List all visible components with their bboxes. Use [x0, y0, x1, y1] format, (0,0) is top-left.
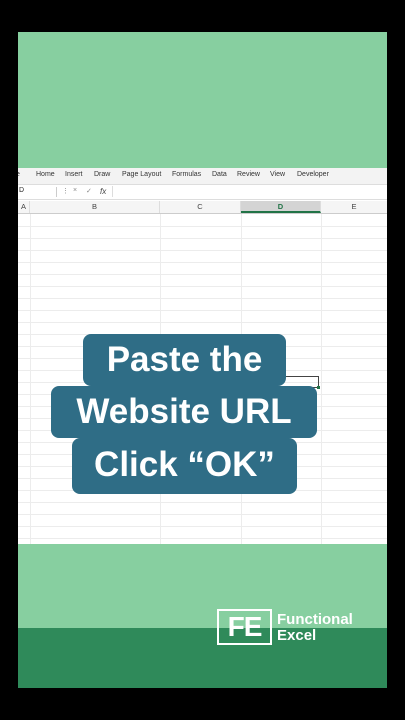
more-dots-icon: ⋮	[62, 188, 69, 195]
cancel-icon[interactable]: ×	[73, 187, 77, 194]
column-header-a[interactable]: A	[18, 201, 30, 213]
column-header-b[interactable]: B	[30, 201, 160, 213]
grid-line	[18, 226, 387, 227]
tab-file[interactable]: e	[18, 171, 20, 178]
caption-line-2: Website URL	[51, 386, 317, 438]
tab-review[interactable]: Review	[237, 171, 260, 178]
column-header-c[interactable]: C	[160, 201, 241, 213]
grid-line	[18, 526, 387, 527]
tab-home[interactable]: Home	[36, 171, 55, 178]
grid-line	[30, 214, 31, 544]
ribbon-tabs: e Home Insert Draw Page Layout Formulas …	[18, 168, 387, 185]
grid-line	[18, 250, 387, 251]
tab-draw[interactable]: Draw	[94, 171, 110, 178]
tab-developer[interactable]: Developer	[297, 171, 329, 178]
grid-line	[18, 538, 387, 539]
chevron-down-icon[interactable]: ⌄	[19, 187, 54, 194]
grid-line	[18, 322, 387, 323]
name-box[interactable]: D ⌄	[18, 187, 57, 197]
grid-line	[18, 262, 387, 263]
tab-data[interactable]: Data	[212, 171, 227, 178]
column-header-d[interactable]: D	[241, 201, 321, 213]
grid-line	[18, 286, 387, 287]
tab-view[interactable]: View	[270, 171, 285, 178]
grid-line	[18, 514, 387, 515]
fill-handle[interactable]	[317, 386, 320, 389]
tab-insert[interactable]: Insert	[65, 171, 83, 178]
grid-line	[18, 274, 387, 275]
tab-formulas[interactable]: Formulas	[172, 171, 201, 178]
brand-name: Functional Excel	[277, 612, 353, 644]
brand-name-line-2: Excel	[277, 627, 317, 644]
column-headers: A B C D E	[18, 201, 387, 214]
top-green-band	[18, 32, 387, 168]
caption-line-1: Paste the	[83, 334, 286, 386]
grid-line	[321, 214, 322, 544]
brand-name-line-1: Functional	[277, 611, 353, 628]
tab-page-layout[interactable]: Page Layout	[122, 171, 161, 178]
caption-line-3: Click “OK”	[72, 438, 297, 494]
formula-input[interactable]	[112, 186, 387, 197]
grid-line	[18, 310, 387, 311]
grid-line	[18, 502, 387, 503]
brand-logo: FE	[217, 609, 272, 645]
enter-check-icon[interactable]: ✓	[86, 187, 92, 195]
column-header-e[interactable]: E	[321, 201, 387, 213]
formula-bar: D ⌄ ⋮ × ✓ fx	[18, 185, 387, 200]
grid-line	[18, 298, 387, 299]
insert-function-icon[interactable]: fx	[100, 187, 106, 196]
grid-line	[18, 238, 387, 239]
